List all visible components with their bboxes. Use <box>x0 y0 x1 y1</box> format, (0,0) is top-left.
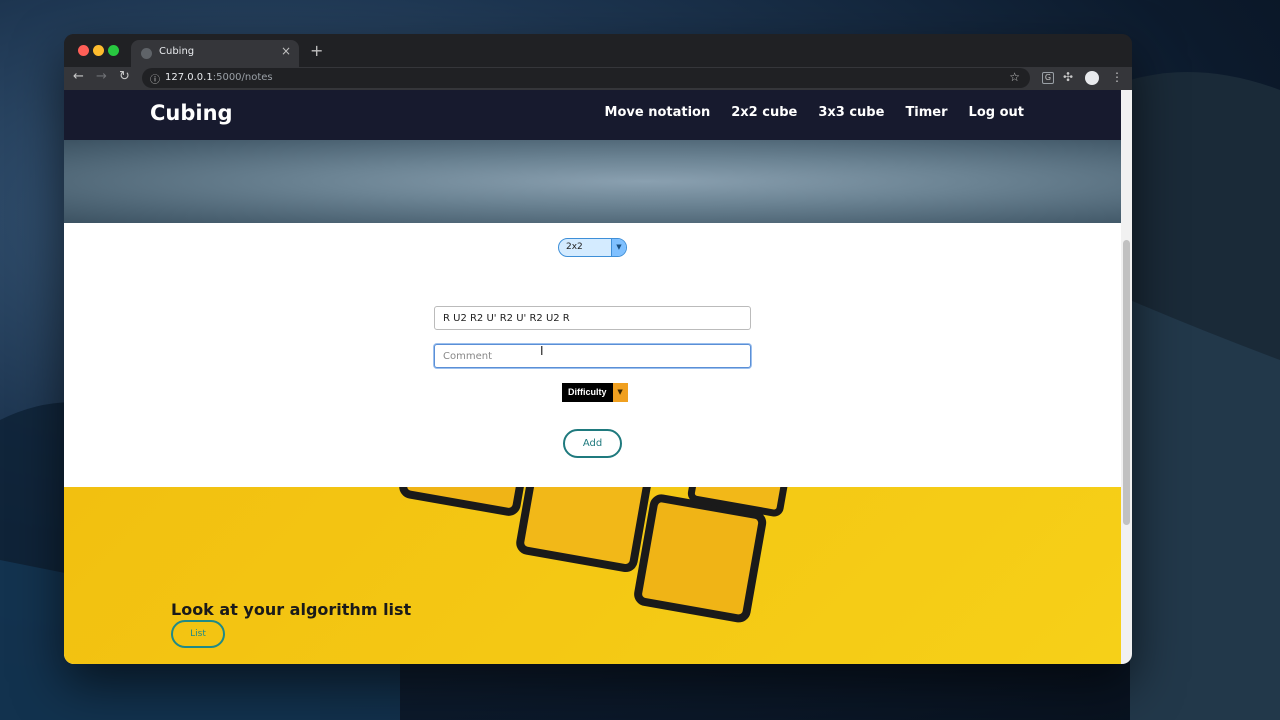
site-brand[interactable]: Cubing <box>150 101 233 125</box>
info-icon[interactable]: ⓘ <box>150 71 160 86</box>
site-header: Cubing Move notation 2x2 cube 3x3 cube T… <box>64 90 1121 140</box>
algorithm-input[interactable] <box>434 306 751 330</box>
nav-move-notation[interactable]: Move notation <box>605 105 711 120</box>
address-bar[interactable]: ⓘ 127.0.0.1:5000/notes ☆ <box>142 68 1030 88</box>
add-button[interactable]: Add <box>563 429 622 458</box>
extensions-puzzle-icon[interactable]: ✣ <box>1063 70 1073 84</box>
tab-title: Cubing <box>159 46 195 57</box>
zoom-window-button[interactable] <box>108 45 119 56</box>
list-section: Look at your algorithm list List <box>64 487 1121 664</box>
main-nav: Move notation 2x2 cube 3x3 cube Timer Lo… <box>605 105 1024 120</box>
cube-type-select[interactable]: 2x2 ▼ <box>558 238 627 257</box>
forward-arrow-icon[interactable]: → <box>96 69 107 84</box>
minimize-window-button[interactable] <box>93 45 104 56</box>
chevron-down-icon: ▼ <box>612 383 628 402</box>
list-button[interactable]: List <box>171 620 225 648</box>
close-tab-icon[interactable]: × <box>281 44 291 58</box>
reload-icon[interactable]: ↻ <box>119 69 130 84</box>
tab-cubing[interactable]: Cubing × <box>131 40 299 67</box>
tab-strip: Cubing × + <box>64 34 1132 67</box>
extension-g-icon[interactable]: G <box>1042 72 1054 84</box>
back-arrow-icon[interactable]: ← <box>73 69 84 84</box>
nav-log-out[interactable]: Log out <box>969 105 1024 120</box>
browser-menu-icon[interactable]: ⋮ <box>1111 70 1123 84</box>
page-scrollbar[interactable] <box>1121 90 1132 664</box>
nav-3x3-cube[interactable]: 3x3 cube <box>818 105 884 120</box>
page-viewport: Cubing Move notation 2x2 cube 3x3 cube T… <box>64 90 1121 664</box>
difficulty-select[interactable]: Difficulty ▼ <box>562 383 628 402</box>
scrollbar-thumb[interactable] <box>1123 240 1130 525</box>
bookmark-star-icon[interactable]: ☆ <box>1009 70 1020 84</box>
list-section-title: Look at your algorithm list <box>171 600 412 619</box>
profile-avatar-icon[interactable] <box>1085 71 1099 85</box>
close-window-button[interactable] <box>78 45 89 56</box>
cube-type-value: 2x2 <box>566 242 583 252</box>
browser-window: Cubing × + ← → ↻ ⓘ 127.0.0.1:5000/notes … <box>64 34 1132 664</box>
hero-banner <box>64 140 1121 223</box>
difficulty-label: Difficulty <box>562 383 613 402</box>
nav-timer[interactable]: Timer <box>905 105 947 120</box>
chevron-down-icon: ▼ <box>611 239 626 256</box>
text-cursor-icon: I <box>540 344 544 358</box>
nav-2x2-cube[interactable]: 2x2 cube <box>731 105 797 120</box>
browser-toolbar: ← → ↻ ⓘ 127.0.0.1:5000/notes ☆ G ✣ ⋮ <box>64 67 1132 90</box>
globe-icon <box>141 48 152 59</box>
new-tab-button[interactable]: + <box>310 41 323 60</box>
comment-input[interactable] <box>434 344 751 368</box>
url-text: 127.0.0.1:5000/notes <box>165 72 273 83</box>
